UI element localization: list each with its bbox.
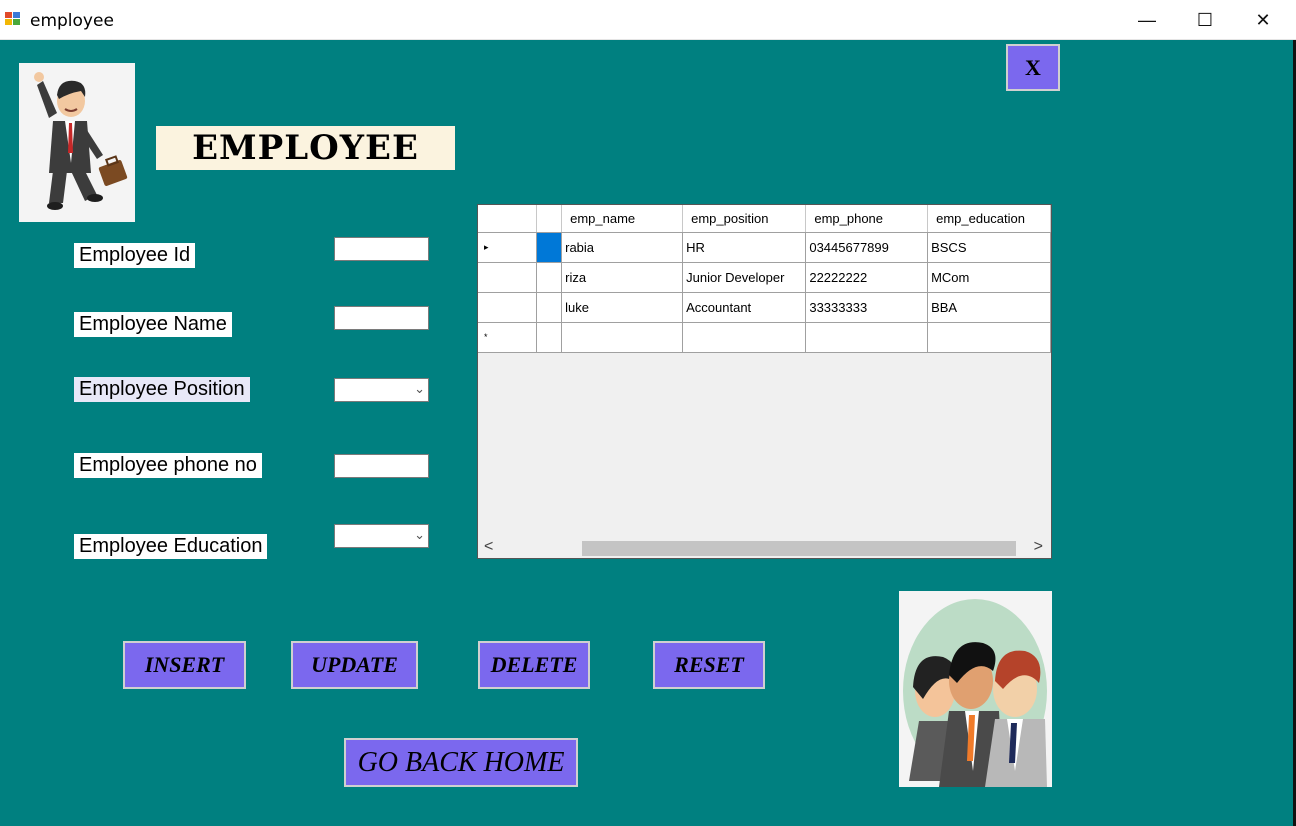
table-row[interactable]: ▸ rabia HR 03445677899 BSCS [478, 232, 1051, 263]
row-header[interactable] [478, 262, 538, 293]
grid-cell[interactable]: luke [561, 292, 684, 323]
grid-corner-header [478, 205, 538, 233]
app-icon [4, 11, 22, 27]
column-header-emp-name[interactable]: emp_name [561, 205, 684, 233]
table-row[interactable]: luke Accountant 33333333 BBA [478, 292, 1051, 323]
chevron-down-icon: ⌄ [414, 527, 425, 542]
scroll-right-icon[interactable]: > [1034, 538, 1043, 556]
form-client-area: X EMPLOYEE Employee Id Employee Name Emp… [0, 40, 1296, 826]
team-picture [899, 591, 1052, 787]
grid-cell[interactable] [682, 322, 807, 353]
employee-name-label: Employee Name [74, 312, 232, 337]
page-heading: EMPLOYEE [156, 126, 455, 170]
column-header-emp-education[interactable]: emp_education [927, 205, 1051, 233]
table-row[interactable]: riza Junior Developer 22222222 MCom [478, 262, 1051, 293]
grid-cell[interactable]: rabia [561, 232, 684, 263]
employee-phone-input[interactable] [334, 454, 429, 478]
grid-cell[interactable] [536, 232, 563, 263]
close-window-button[interactable]: ✕ [1234, 0, 1292, 40]
update-button[interactable]: UPDATE [291, 641, 418, 689]
grid-cell[interactable]: Junior Developer [682, 262, 807, 293]
grid-cell[interactable]: BBA [927, 292, 1051, 323]
employee-id-input[interactable] [334, 237, 429, 261]
grid-cell[interactable]: BSCS [927, 232, 1051, 263]
employee-education-select[interactable]: ⌄ [334, 524, 429, 548]
employee-position-select[interactable]: ⌄ [334, 378, 429, 402]
employee-position-label: Employee Position [74, 377, 250, 402]
employee-name-input[interactable] [334, 306, 429, 330]
grid-cell[interactable]: HR [682, 232, 807, 263]
row-header[interactable] [478, 292, 538, 323]
grid-header-row: emp_name emp_position emp_phone emp_educ… [478, 205, 1051, 233]
horizontal-scrollbar[interactable]: < > [478, 538, 1051, 558]
grid-blank-header [536, 205, 563, 233]
close-form-button[interactable]: X [1006, 44, 1060, 91]
grid-cell[interactable]: 03445677899 [805, 232, 929, 263]
grid-cell[interactable] [536, 262, 563, 293]
grid-cell[interactable] [561, 322, 684, 353]
delete-button[interactable]: DELETE [478, 641, 590, 689]
grid-cell[interactable]: MCom [927, 262, 1051, 293]
window-title: employee [30, 11, 114, 31]
grid-cell[interactable]: riza [561, 262, 684, 293]
employee-picture [19, 63, 135, 222]
column-header-emp-phone[interactable]: emp_phone [805, 205, 929, 233]
grid-cell[interactable] [805, 322, 929, 353]
current-row-indicator-icon[interactable]: ▸ [478, 232, 538, 263]
title-bar: employee — ☐ ✕ [0, 0, 1296, 40]
column-header-emp-position[interactable]: emp_position [682, 205, 807, 233]
maximize-button[interactable]: ☐ [1176, 0, 1234, 40]
insert-button[interactable]: INSERT [123, 641, 246, 689]
chevron-down-icon: ⌄ [414, 381, 425, 396]
grid-cell[interactable] [927, 322, 1051, 353]
scroll-left-icon[interactable]: < [484, 538, 493, 556]
grid-cell[interactable]: Accountant [682, 292, 807, 323]
grid-cell[interactable] [536, 322, 563, 353]
grid-cell[interactable]: 33333333 [805, 292, 929, 323]
employee-education-label: Employee Education [74, 534, 268, 559]
employee-data-grid[interactable]: emp_name emp_position emp_phone emp_educ… [477, 204, 1052, 559]
reset-button[interactable]: RESET [653, 641, 765, 689]
minimize-button[interactable]: — [1118, 0, 1176, 40]
scrollbar-thumb[interactable] [582, 541, 1016, 556]
new-row[interactable]: * [478, 322, 1051, 353]
grid-cell[interactable] [536, 292, 563, 323]
employee-id-label: Employee Id [74, 243, 196, 268]
grid-cell[interactable]: 22222222 [805, 262, 929, 293]
new-row-asterisk-icon[interactable]: * [478, 322, 538, 353]
employee-phone-label: Employee phone no [74, 453, 262, 478]
go-back-home-button[interactable]: GO BACK HOME [344, 738, 578, 787]
